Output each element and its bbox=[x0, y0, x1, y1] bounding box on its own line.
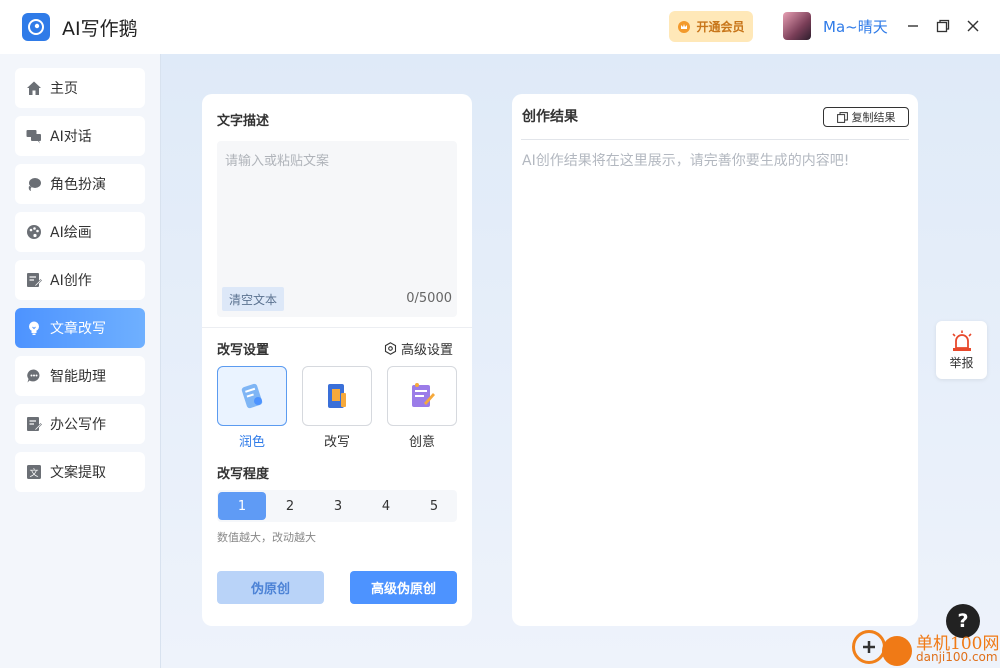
sidebar-item-office-writing[interactable]: 办公写作 bbox=[15, 404, 145, 444]
close-button[interactable] bbox=[964, 15, 982, 37]
polish-icon bbox=[241, 383, 263, 409]
pseudo-original-button[interactable]: 伪原创 bbox=[217, 571, 324, 604]
minimize-icon bbox=[908, 25, 918, 27]
watermark-dot-icon bbox=[882, 636, 912, 666]
degree-option-2[interactable]: 2 bbox=[266, 492, 314, 520]
title-bar: AI写作鹅 开通会员 Ma~晴天 bbox=[0, 0, 1000, 54]
extract-icon: 文 bbox=[26, 464, 42, 480]
result-title: 创作结果 bbox=[522, 109, 578, 125]
mode-rewrite-button[interactable] bbox=[302, 366, 372, 426]
sidebar-item-label: 角色扮演 bbox=[50, 177, 106, 193]
alarm-icon bbox=[951, 330, 972, 351]
report-button[interactable]: 举报 bbox=[936, 321, 987, 379]
degree-option-5[interactable]: 5 bbox=[410, 492, 458, 520]
sidebar-item-label: AI创作 bbox=[50, 273, 92, 289]
palette-icon bbox=[26, 224, 42, 240]
vip-button[interactable]: 开通会员 bbox=[669, 11, 753, 42]
svg-text:文: 文 bbox=[29, 467, 38, 479]
office-icon bbox=[26, 416, 42, 432]
clear-text-button[interactable]: 清空文本 bbox=[222, 287, 284, 311]
sidebar-item-label: 办公写作 bbox=[50, 417, 106, 433]
advanced-settings-button[interactable]: 高级设置 bbox=[384, 339, 453, 358]
sidebar-item-ai-drawing[interactable]: AI绘画 bbox=[15, 212, 145, 252]
sidebar-item-label: AI绘画 bbox=[50, 225, 92, 241]
result-panel bbox=[512, 94, 918, 626]
crown-icon bbox=[678, 20, 691, 33]
degree-option-4[interactable]: 4 bbox=[362, 492, 410, 520]
sidebar-item-home[interactable]: 主页 bbox=[15, 68, 145, 108]
mode-creative-button[interactable] bbox=[387, 366, 457, 426]
sidebar-item-label: 文章改写 bbox=[50, 321, 106, 337]
degree-option-1[interactable]: 1 bbox=[218, 492, 266, 520]
sidebar-item-label: AI对话 bbox=[50, 129, 92, 145]
sidebar-item-label: 文案提取 bbox=[50, 465, 106, 481]
vip-label: 开通会员 bbox=[696, 20, 745, 34]
settings-icon bbox=[384, 342, 397, 355]
sidebar-item-label: 智能助理 bbox=[50, 369, 106, 385]
home-icon bbox=[26, 80, 42, 96]
sidebar-item-ai-creation[interactable]: AI创作 bbox=[15, 260, 145, 300]
restore-icon bbox=[936, 19, 950, 33]
app-logo-icon bbox=[22, 13, 50, 41]
advanced-settings-label: 高级设置 bbox=[401, 343, 454, 358]
char-counter: 0/5000 bbox=[406, 291, 452, 306]
creative-icon bbox=[412, 383, 435, 407]
role-icon bbox=[26, 176, 42, 192]
advanced-pseudo-original-button[interactable]: 高级伪原创 bbox=[350, 571, 457, 604]
watermark-plus-icon bbox=[852, 630, 886, 664]
assistant-icon bbox=[26, 368, 42, 384]
mode-polish-button[interactable] bbox=[217, 366, 287, 426]
input-section-label: 文字描述 bbox=[217, 114, 270, 129]
rewrite-settings-label: 改写设置 bbox=[217, 343, 270, 358]
sidebar-item-article-rewrite[interactable]: 文章改写 bbox=[15, 308, 145, 348]
degree-hint: 数值越大，改动越大 bbox=[217, 531, 316, 544]
sidebar-item-label: 主页 bbox=[50, 81, 78, 97]
rewrite-icon bbox=[328, 384, 346, 408]
watermark-domain: danji100.com bbox=[916, 650, 998, 664]
degree-option-3[interactable]: 3 bbox=[314, 492, 362, 520]
sidebar-item-role-play[interactable]: 角色扮演 bbox=[15, 164, 145, 204]
sidebar-item-smart-assistant[interactable]: 智能助理 bbox=[15, 356, 145, 396]
mode-rewrite-label: 改写 bbox=[323, 435, 350, 450]
divider bbox=[202, 327, 472, 328]
app-title: AI写作鹅 bbox=[62, 18, 138, 40]
restore-button[interactable] bbox=[934, 15, 952, 37]
sidebar-item-ai-chat[interactable]: AI对话 bbox=[15, 116, 145, 156]
avatar[interactable] bbox=[783, 12, 811, 40]
minimize-button[interactable] bbox=[904, 15, 922, 37]
mode-creative-label: 创意 bbox=[408, 435, 435, 450]
result-divider bbox=[521, 139, 909, 140]
copy-icon bbox=[836, 111, 848, 123]
rewrite-degree-label: 改写程度 bbox=[217, 467, 270, 482]
report-label: 举报 bbox=[949, 355, 974, 370]
sidebar-item-text-extract[interactable]: 文 文案提取 bbox=[15, 452, 145, 492]
chat-icon bbox=[26, 128, 42, 144]
copy-result-label: 复制结果 bbox=[851, 111, 896, 124]
lightbulb-icon bbox=[26, 320, 42, 336]
result-placeholder: AI创作结果将在这里展示，请完善你要生成的内容吧! bbox=[522, 153, 850, 169]
copy-result-button[interactable]: 复制结果 bbox=[823, 107, 909, 127]
username[interactable]: Ma~晴天 bbox=[823, 16, 888, 37]
close-icon bbox=[967, 20, 979, 32]
mode-polish-label: 润色 bbox=[238, 435, 265, 450]
watermark: 单机100网 danji100.com bbox=[852, 628, 1000, 668]
edit-doc-icon bbox=[26, 272, 42, 288]
text-input-placeholder: 请输入或粘贴文案 bbox=[225, 154, 330, 169]
